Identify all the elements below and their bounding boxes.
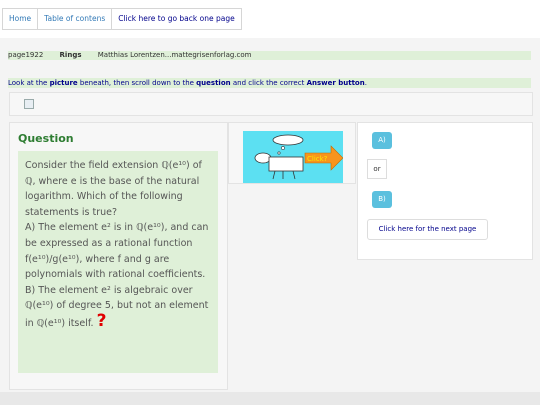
thinking-creature-illustration: Click? <box>254 134 344 180</box>
answer-a-button[interactable]: A) <box>372 132 392 149</box>
top-bar: Home Table of contens Click here to go b… <box>0 0 540 38</box>
instruction-answer-button: Answer button <box>306 79 365 87</box>
question-heading: Question <box>18 132 74 145</box>
option-b-text: B) The element <box>25 284 102 296</box>
math-expression: ℚ(e¹⁰) <box>136 222 165 234</box>
answer-panel: A) or B) Click here for the next page <box>357 122 533 260</box>
math-expression: f(e¹⁰)/g(e¹⁰) <box>25 253 80 265</box>
question-text-part: of <box>189 160 202 171</box>
back-link[interactable]: Click here to go back one page <box>112 9 240 29</box>
scrollbar-area <box>0 392 540 405</box>
question-box: Consider the field extension ℚ(e¹⁰) of ℚ… <box>18 151 218 373</box>
question-text-part: Consider the field extension <box>25 160 162 171</box>
click-sign-label: Click? <box>307 155 328 163</box>
info-bar: page1922 Rings Matthias Lorentzen...matt… <box>8 51 531 60</box>
picture-panel <box>9 92 533 116</box>
instruction-bar: Look at the picture beneath, then scroll… <box>8 78 531 88</box>
creature-body-icon <box>268 156 304 172</box>
nav-breadcrumb: Home Table of contens Click here to go b… <box>2 8 242 30</box>
instruction-picture: picture <box>49 79 78 87</box>
or-label: or <box>367 159 387 179</box>
option-b-text: is algebraic over <box>110 284 193 296</box>
home-link[interactable]: Home <box>3 9 39 29</box>
broken-image-icon <box>24 99 34 109</box>
option-a-text: is in <box>110 222 137 234</box>
instruction-text: and click the correct <box>230 79 307 87</box>
instruction-question: question <box>196 79 231 87</box>
author-text: Matthias Lorentzen...mattegrisenforlag.c… <box>97 51 252 59</box>
question-panel: Question Consider the field extension ℚ(… <box>9 122 228 390</box>
question-text-part: , where e is the base of the natural log… <box>25 175 200 218</box>
math-expression: ℚ(e¹⁰) <box>161 160 190 171</box>
thought-bubble-icon <box>272 134 304 146</box>
math-expression: ℚ(e¹⁰) <box>36 317 66 329</box>
table-of-contents-link[interactable]: Table of contens <box>38 9 113 29</box>
page-id: page1922 <box>8 51 44 59</box>
option-b-text: itself. <box>65 317 94 329</box>
math-expression: e² <box>101 284 111 296</box>
instruction-text: . <box>364 79 367 87</box>
question-text: Consider the field extension ℚ(e¹⁰) of ℚ… <box>18 151 218 332</box>
answer-b-button[interactable]: B) <box>372 191 392 208</box>
illustration: Click? <box>243 131 344 183</box>
page-title: Rings <box>59 51 82 59</box>
illustration-panel: Click? <box>228 122 356 184</box>
math-expression: ℚ(e¹⁰) <box>25 300 54 312</box>
instruction-text: beneath, then scroll down to the <box>77 79 197 87</box>
next-page-button[interactable]: Click here for the next page <box>367 219 488 240</box>
instruction-text: Look at the <box>8 79 50 87</box>
math-expression: e² <box>101 222 111 234</box>
option-a-text: A) The element <box>25 222 102 234</box>
question-mark-icon: ? <box>96 310 107 331</box>
